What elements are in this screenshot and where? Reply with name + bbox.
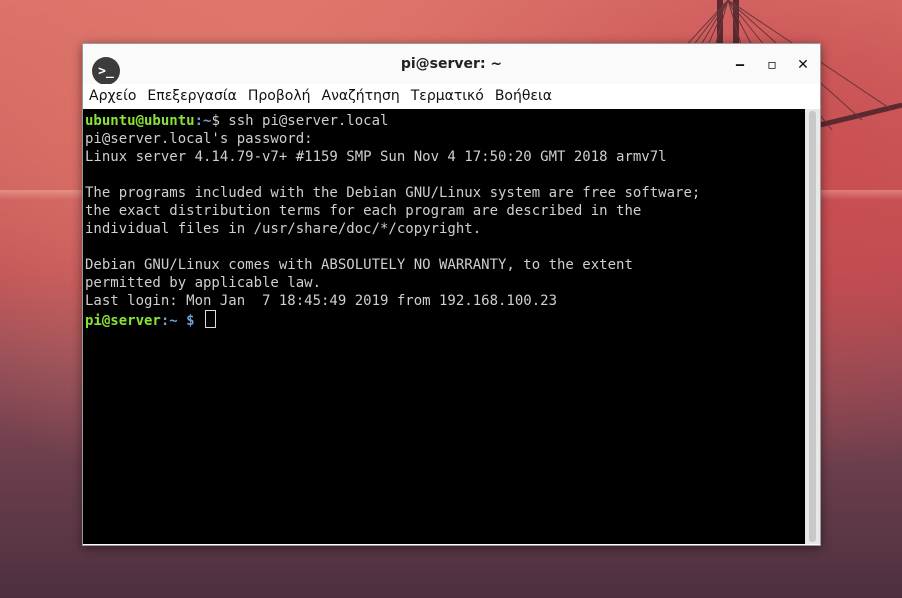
menu-file[interactable]: Αρχείο [83,84,141,109]
output-line: Linux server 4.14.79-v7+ #1159 SMP Sun N… [85,149,667,165]
output-line: the exact distribution terms for each pr… [85,203,642,219]
close-button[interactable]: ✕ [792,54,814,76]
output-line: individual files in /usr/share/doc/*/cop… [85,221,482,237]
local-prompt-user: ubuntu@ubuntu [85,113,195,129]
text-cursor [205,310,217,328]
menu-view[interactable]: Προβολή [242,84,316,109]
window-title: pi@server: ~ [400,56,503,72]
output-line: permitted by applicable law. [85,275,322,291]
terminal-text: ubuntu@ubuntu:~$ ssh pi@server.local pi@… [83,109,805,330]
terminal-output[interactable]: ubuntu@ubuntu:~$ ssh pi@server.local pi@… [83,109,805,544]
menu-bar: Αρχείο Επεξεργασία Προβολή Αναζήτηση Τερ… [83,84,820,109]
output-line: pi@server.local's password: [85,131,313,147]
vertical-scrollbar[interactable] [805,109,820,544]
local-prompt-symbol: $ [211,113,220,129]
output-line: Debian GNU/Linux comes with ABSOLUTELY N… [85,257,633,273]
title-bar[interactable]: >_ pi@server: ~ ‒ ▫ ✕ [83,44,820,85]
remote-prompt-path: :~ $ [160,313,195,329]
terminal-window[interactable]: >_ pi@server: ~ ‒ ▫ ✕ Αρχείο Επεξεργασία… [82,43,821,546]
scrollbar-thumb[interactable] [809,111,816,542]
menu-edit[interactable]: Επεξεργασία [141,84,241,109]
remote-prompt-user: pi@server [85,313,161,329]
local-prompt-path: :~ [194,113,212,129]
ssh-command: ssh pi@server.local [219,113,389,129]
output-line: The programs included with the Debian GN… [85,185,701,201]
menu-help[interactable]: Βοήθεια [489,84,557,109]
output-line: Last login: Mon Jan 7 18:45:49 2019 from… [85,293,558,309]
menu-terminal[interactable]: Τερματικό [405,84,489,109]
maximize-button[interactable]: ▫ [761,54,783,76]
minimize-button[interactable]: ‒ [729,54,751,76]
menu-search[interactable]: Αναζήτηση [316,84,405,109]
